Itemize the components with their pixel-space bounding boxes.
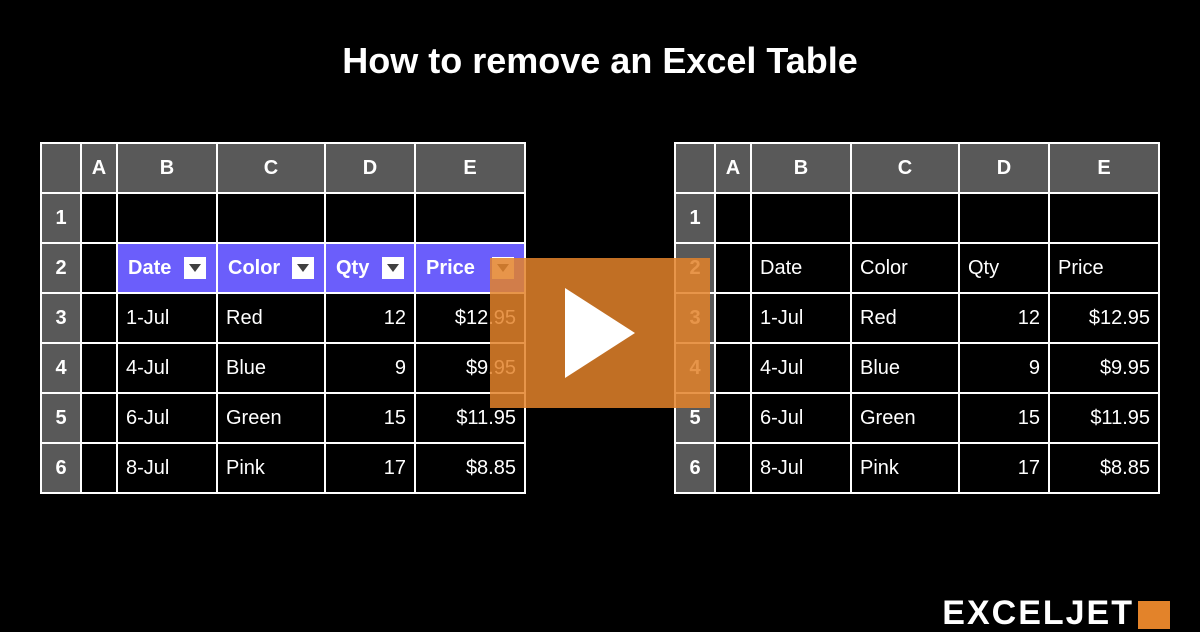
brand-logo: EXCELJET xyxy=(942,596,1170,630)
col-header[interactable]: B xyxy=(117,143,217,193)
brand-text: EXCELJET xyxy=(942,594,1134,632)
col-header[interactable]: C xyxy=(851,143,959,193)
cell[interactable]: 4-Jul xyxy=(117,343,217,393)
cell[interactable]: 12 xyxy=(325,293,415,343)
cell[interactable]: 1-Jul xyxy=(117,293,217,343)
cell[interactable] xyxy=(715,243,751,293)
table-row: 5 6-Jul Green 15 $11.95 xyxy=(675,393,1159,443)
cell[interactable]: 12 xyxy=(959,293,1049,343)
cell[interactable]: 8-Jul xyxy=(117,443,217,493)
cell[interactable]: $8.85 xyxy=(415,443,525,493)
header-label: Qty xyxy=(336,257,369,280)
cell[interactable] xyxy=(715,293,751,343)
cell[interactable] xyxy=(1049,193,1159,243)
cell[interactable] xyxy=(81,343,117,393)
table-header-qty[interactable]: Qty xyxy=(325,243,415,293)
cell[interactable]: Pink xyxy=(851,443,959,493)
cell[interactable]: $9.95 xyxy=(1049,343,1159,393)
table-header-date[interactable]: Date xyxy=(117,243,217,293)
cell[interactable] xyxy=(117,193,217,243)
cell[interactable] xyxy=(81,293,117,343)
corner-cell xyxy=(41,143,81,193)
row-header[interactable]: 1 xyxy=(41,193,81,243)
col-header[interactable]: C xyxy=(217,143,325,193)
cell[interactable]: Red xyxy=(217,293,325,343)
cell[interactable] xyxy=(81,193,117,243)
header-label: Date xyxy=(128,257,171,280)
row-header[interactable]: 4 xyxy=(41,343,81,393)
cell[interactable]: Red xyxy=(851,293,959,343)
col-header[interactable]: E xyxy=(415,143,525,193)
cell[interactable] xyxy=(81,243,117,293)
cell[interactable]: $8.85 xyxy=(1049,443,1159,493)
cell[interactable]: 9 xyxy=(959,343,1049,393)
filter-dropdown-icon[interactable] xyxy=(382,257,404,279)
table-row: 5 6-Jul Green 15 $11.95 xyxy=(41,393,525,443)
header-label: Price xyxy=(426,257,475,280)
cell[interactable]: Green xyxy=(217,393,325,443)
table-row: 4 4-Jul Blue 9 $9.95 xyxy=(675,343,1159,393)
row-header[interactable]: 6 xyxy=(41,443,81,493)
cell[interactable] xyxy=(959,193,1049,243)
cell[interactable]: Blue xyxy=(217,343,325,393)
table-row: 3 1-Jul Red 12 $12.95 xyxy=(675,293,1159,343)
cell[interactable]: Price xyxy=(1049,243,1159,293)
cell[interactable] xyxy=(715,393,751,443)
cell[interactable]: 6-Jul xyxy=(117,393,217,443)
cell[interactable]: Pink xyxy=(217,443,325,493)
cell[interactable]: 1-Jul xyxy=(751,293,851,343)
row-header[interactable]: 2 xyxy=(41,243,81,293)
row-header[interactable]: 6 xyxy=(675,443,715,493)
cell[interactable] xyxy=(81,443,117,493)
brand-accent-icon xyxy=(1138,601,1170,629)
cell[interactable] xyxy=(415,193,525,243)
col-header[interactable]: D xyxy=(959,143,1049,193)
left-sheet: A B C D E 1 2 Date xyxy=(40,142,526,494)
cell[interactable]: 17 xyxy=(959,443,1049,493)
col-header[interactable]: B xyxy=(751,143,851,193)
filter-dropdown-icon[interactable] xyxy=(184,257,206,279)
row-header[interactable]: 5 xyxy=(41,393,81,443)
cell[interactable] xyxy=(751,193,851,243)
cell[interactable]: $11.95 xyxy=(1049,393,1159,443)
play-button[interactable] xyxy=(490,258,710,408)
cell[interactable]: 15 xyxy=(325,393,415,443)
cell[interactable]: Color xyxy=(851,243,959,293)
table-header-color[interactable]: Color xyxy=(217,243,325,293)
cell[interactable]: Qty xyxy=(959,243,1049,293)
table-row: 6 8-Jul Pink 17 $8.85 xyxy=(675,443,1159,493)
col-header[interactable]: E xyxy=(1049,143,1159,193)
row-header[interactable]: 1 xyxy=(675,193,715,243)
cell[interactable]: 6-Jul xyxy=(751,393,851,443)
cell[interactable] xyxy=(715,443,751,493)
cell[interactable] xyxy=(325,193,415,243)
cell[interactable] xyxy=(715,343,751,393)
play-icon xyxy=(560,288,640,378)
table-row: 3 1-Jul Red 12 $12.95 xyxy=(41,293,525,343)
cell[interactable]: 9 xyxy=(325,343,415,393)
cell[interactable] xyxy=(715,193,751,243)
col-header[interactable]: A xyxy=(81,143,117,193)
col-header[interactable]: A xyxy=(715,143,751,193)
cell[interactable]: 8-Jul xyxy=(751,443,851,493)
cell[interactable]: 4-Jul xyxy=(751,343,851,393)
corner-cell xyxy=(675,143,715,193)
cell[interactable]: Date xyxy=(751,243,851,293)
cell[interactable]: $12.95 xyxy=(1049,293,1159,343)
cell[interactable] xyxy=(81,393,117,443)
right-sheet: A B C D E 1 2 Date Color Qty Price 3 1-J… xyxy=(674,142,1160,494)
filter-dropdown-icon[interactable] xyxy=(292,257,314,279)
col-header[interactable]: D xyxy=(325,143,415,193)
cell[interactable] xyxy=(851,193,959,243)
table-row: 4 4-Jul Blue 9 $9.95 xyxy=(41,343,525,393)
cell[interactable]: 17 xyxy=(325,443,415,493)
cell[interactable]: 15 xyxy=(959,393,1049,443)
cell[interactable]: Blue xyxy=(851,343,959,393)
cell[interactable] xyxy=(217,193,325,243)
table-row: 6 8-Jul Pink 17 $8.85 xyxy=(41,443,525,493)
row-header[interactable]: 3 xyxy=(41,293,81,343)
page-title: How to remove an Excel Table xyxy=(0,0,1200,142)
header-label: Color xyxy=(228,257,280,280)
cell[interactable]: Green xyxy=(851,393,959,443)
